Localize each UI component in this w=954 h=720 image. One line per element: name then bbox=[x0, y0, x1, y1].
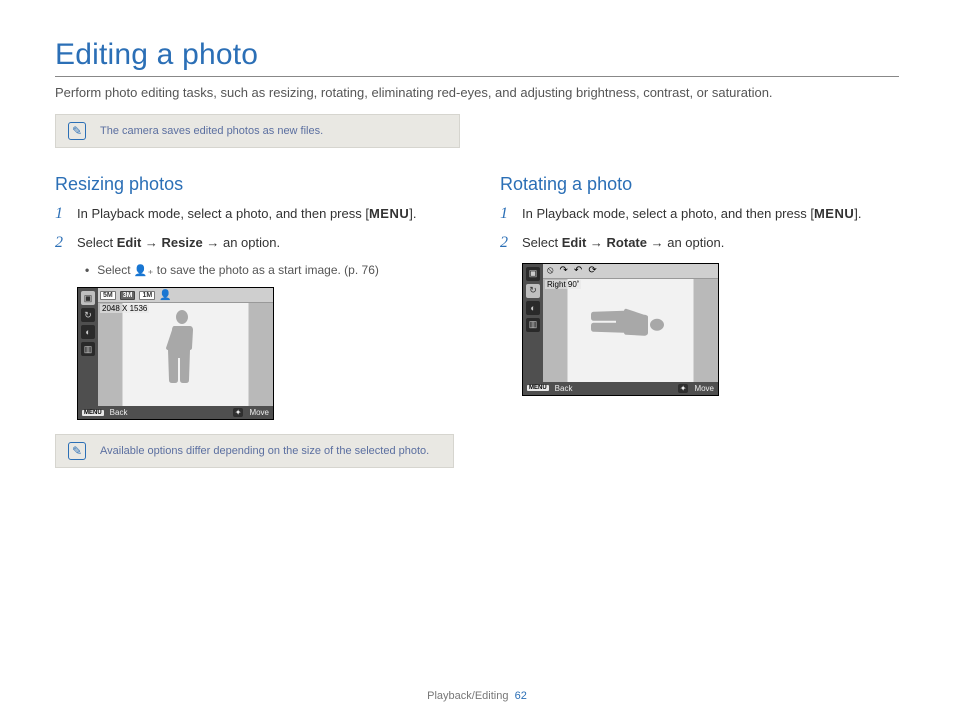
section-heading-resize: Resizing photos bbox=[55, 174, 454, 195]
rotate-left-icon: ↶ bbox=[574, 265, 582, 276]
move-label: Move bbox=[249, 408, 269, 417]
size-chip: 1M bbox=[139, 291, 155, 300]
step1-text-b: . bbox=[413, 206, 417, 221]
resize-icon: ▣ bbox=[526, 267, 540, 281]
step-number: 2 bbox=[55, 234, 69, 253]
sub-bullet: • Select 👤₊ to save the photo as a start… bbox=[85, 263, 454, 277]
step1-text-a: In Playback mode, select a photo, and th… bbox=[77, 206, 365, 221]
page-title: Editing a photo bbox=[55, 38, 899, 72]
note-icon: ✎ bbox=[68, 442, 86, 460]
t: . bbox=[858, 206, 862, 221]
palette-icon: ◐ bbox=[81, 325, 95, 339]
nav-icon: ✦ bbox=[233, 408, 244, 417]
rotate-icon: ↻ bbox=[526, 284, 540, 298]
step-1: 1 In Playback mode, select a photo, and … bbox=[500, 205, 899, 224]
note-text: Available options differ depending on th… bbox=[100, 445, 429, 457]
resize-label: Resize bbox=[162, 235, 203, 250]
step-2: 2 Select Edit → Rotate → an option. bbox=[500, 234, 899, 253]
menu-label: MENU bbox=[814, 206, 854, 221]
bullet-dot-icon: • bbox=[85, 263, 89, 277]
back-label: Back bbox=[555, 384, 573, 393]
edit-label: Edit bbox=[117, 235, 142, 250]
rotate-icon: ↻ bbox=[81, 308, 95, 322]
lcd-canvas: 5M 3M 1M 👤 2048 X 1536 bbox=[98, 288, 273, 406]
move-label: Move bbox=[694, 384, 714, 393]
section-heading-rotate: Rotating a photo bbox=[500, 174, 899, 195]
note-text: The camera saves edited photos as new fi… bbox=[100, 125, 323, 137]
lcd-topbar: 5M 3M 1M 👤 bbox=[98, 288, 273, 303]
t: Select bbox=[77, 235, 117, 250]
lcd-canvas: ⦸ ↷ ↶ ⟳ Right 90˚ bbox=[543, 264, 718, 382]
lcd-rotation-label: Right 90˚ bbox=[545, 280, 581, 289]
t: Select bbox=[522, 235, 562, 250]
t: → an option. bbox=[203, 235, 280, 250]
lcd-screenshot-resize: ▣ ↻ ◐ ▥ 5M 3M 1M 👤 2048 X 1536 bbox=[77, 287, 274, 420]
resize-icon: ▣ bbox=[81, 291, 95, 305]
arrow: → bbox=[141, 235, 161, 250]
edit-label: Edit bbox=[562, 235, 587, 250]
arrow: → bbox=[586, 235, 606, 250]
lcd-footer: MENU Back ✦ Move bbox=[523, 382, 718, 395]
nav-icon: ✦ bbox=[678, 384, 689, 393]
person-silhouette-rotated bbox=[588, 307, 666, 341]
page-footer: Playback/Editing 62 bbox=[0, 690, 954, 702]
bt-pre: Select bbox=[97, 263, 134, 277]
menu-badge: MENU bbox=[82, 410, 104, 416]
intro-text: Perform photo editing tasks, such as res… bbox=[55, 85, 899, 100]
menu-badge: MENU bbox=[527, 385, 549, 391]
adjust-icon: ▥ bbox=[526, 318, 540, 332]
t: In Playback mode, select a photo, and th… bbox=[522, 206, 810, 221]
start-image-icon: 👤₊ bbox=[134, 264, 154, 277]
step-number: 1 bbox=[55, 205, 69, 224]
footer-section: Playback/Editing bbox=[427, 690, 508, 702]
step-number: 1 bbox=[500, 205, 514, 224]
lcd-sidebar: ▣ ↻ ◐ ▥ bbox=[78, 288, 98, 406]
rotate-right-icon: ↷ bbox=[560, 265, 568, 276]
person-silhouette bbox=[165, 308, 199, 386]
bt-post: to save the photo as a start image. (p. … bbox=[153, 263, 378, 277]
size-chip: 5M bbox=[100, 291, 116, 300]
bullet-text: Select 👤₊ to save the photo as a start i… bbox=[97, 263, 379, 277]
note-box-bottom: ✎ Available options differ depending on … bbox=[55, 434, 454, 468]
palette-icon: ◐ bbox=[526, 301, 540, 315]
note-icon: ✎ bbox=[68, 122, 86, 140]
note-box-top: ✎ The camera saves edited photos as new … bbox=[55, 114, 460, 148]
step-body: In Playback mode, select a photo, and th… bbox=[522, 205, 899, 224]
start-image-icon: 👤 bbox=[159, 290, 171, 301]
lcd-topbar: ⦸ ↷ ↶ ⟳ bbox=[543, 264, 718, 279]
page-number: 62 bbox=[515, 690, 527, 702]
column-resizing: Resizing photos 1 In Playback mode, sele… bbox=[55, 174, 454, 494]
step-number: 2 bbox=[500, 234, 514, 253]
rotate-label: Rotate bbox=[607, 235, 647, 250]
menu-label: MENU bbox=[369, 206, 409, 221]
lcd-resolution-label: 2048 X 1536 bbox=[100, 304, 149, 313]
lcd-footer: MENU Back ✦ Move bbox=[78, 406, 273, 419]
off-icon: ⦸ bbox=[547, 265, 554, 276]
t: → an option. bbox=[647, 235, 724, 250]
step-body: Select Edit → Resize → an option. bbox=[77, 234, 454, 253]
rotate-180-icon: ⟳ bbox=[588, 265, 596, 276]
title-rule bbox=[55, 76, 899, 77]
step-2: 2 Select Edit → Resize → an option. bbox=[55, 234, 454, 253]
lcd-screenshot-rotate: ▣ ↻ ◐ ▥ ⦸ ↷ ↶ ⟳ Right 90˚ bbox=[522, 263, 719, 396]
step-body: In Playback mode, select a photo, and th… bbox=[77, 205, 454, 224]
size-chip-active: 3M bbox=[120, 291, 136, 300]
step-body: Select Edit → Rotate → an option. bbox=[522, 234, 899, 253]
column-rotating: Rotating a photo 1 In Playback mode, sel… bbox=[500, 174, 899, 494]
back-label: Back bbox=[110, 408, 128, 417]
lcd-sidebar: ▣ ↻ ◐ ▥ bbox=[523, 264, 543, 382]
step-1: 1 In Playback mode, select a photo, and … bbox=[55, 205, 454, 224]
adjust-icon: ▥ bbox=[81, 342, 95, 356]
